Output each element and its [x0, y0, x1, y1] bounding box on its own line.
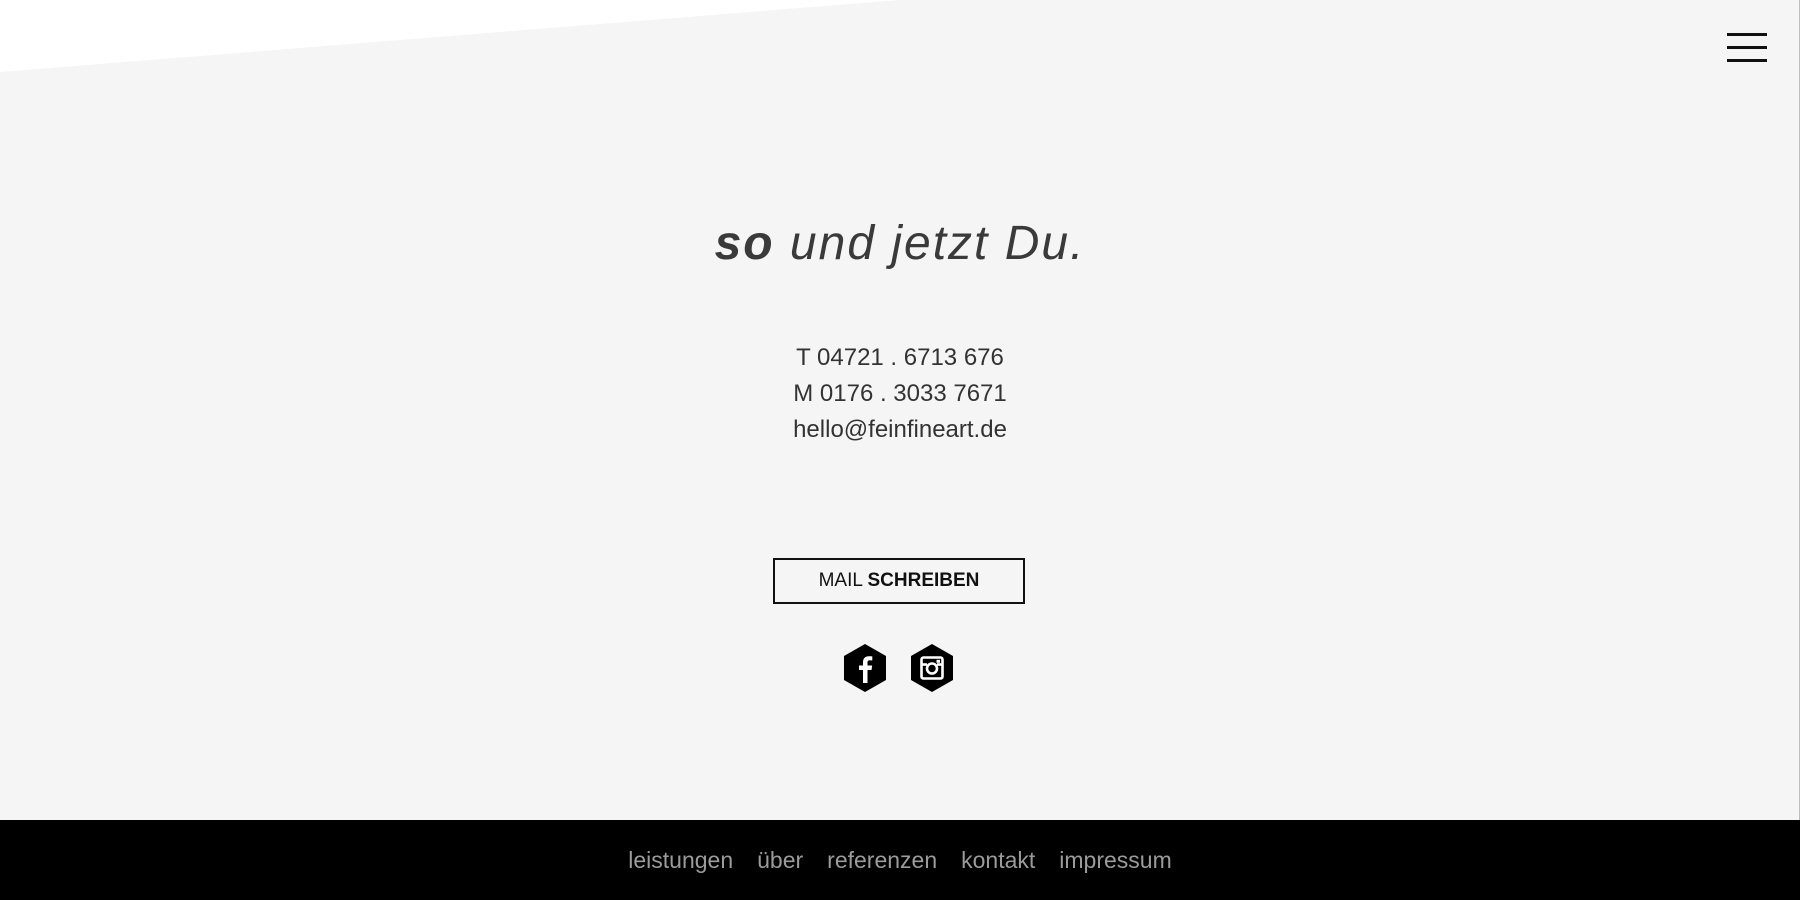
footer-nav: leistungen über referenzen kontakt impre…	[0, 820, 1800, 900]
mail-button-label-bold: SCHREIBEN	[867, 570, 980, 591]
footer-link-ueber[interactable]: über	[757, 847, 803, 874]
menu-bar	[1727, 33, 1767, 36]
contact-info: T 04721 . 6713 676 M 0176 . 3033 7671 he…	[0, 340, 1800, 448]
email-address[interactable]: hello@feinfineart.de	[0, 412, 1800, 448]
instagram-icon	[911, 644, 953, 692]
instagram-link[interactable]	[910, 643, 954, 693]
footer-link-leistungen[interactable]: leistungen	[628, 847, 733, 874]
footer-link-kontakt[interactable]: kontakt	[961, 847, 1035, 874]
mobile-number: M 0176 . 3033 7671	[793, 380, 1007, 407]
facebook-icon	[844, 644, 886, 692]
headline-rest: und jetzt Du.	[774, 217, 1086, 270]
footer: leistungen über referenzen kontakt impre…	[0, 820, 1800, 900]
hamburger-menu-button[interactable]	[1727, 33, 1767, 64]
page-headline: so und jetzt Du.	[0, 210, 1800, 278]
footer-link-impressum[interactable]: impressum	[1059, 847, 1171, 874]
facebook-link[interactable]	[843, 643, 887, 693]
mail-schreiben-button[interactable]: MAIL SCHREIBEN	[773, 558, 1025, 604]
menu-bar	[1727, 59, 1767, 62]
menu-bar	[1727, 46, 1767, 49]
footer-link-referenzen[interactable]: referenzen	[827, 847, 937, 874]
phone-number: T 04721 . 6713 676	[796, 344, 1004, 371]
headline-strong: so	[714, 217, 775, 270]
mail-button-label-regular: MAIL	[818, 570, 868, 591]
